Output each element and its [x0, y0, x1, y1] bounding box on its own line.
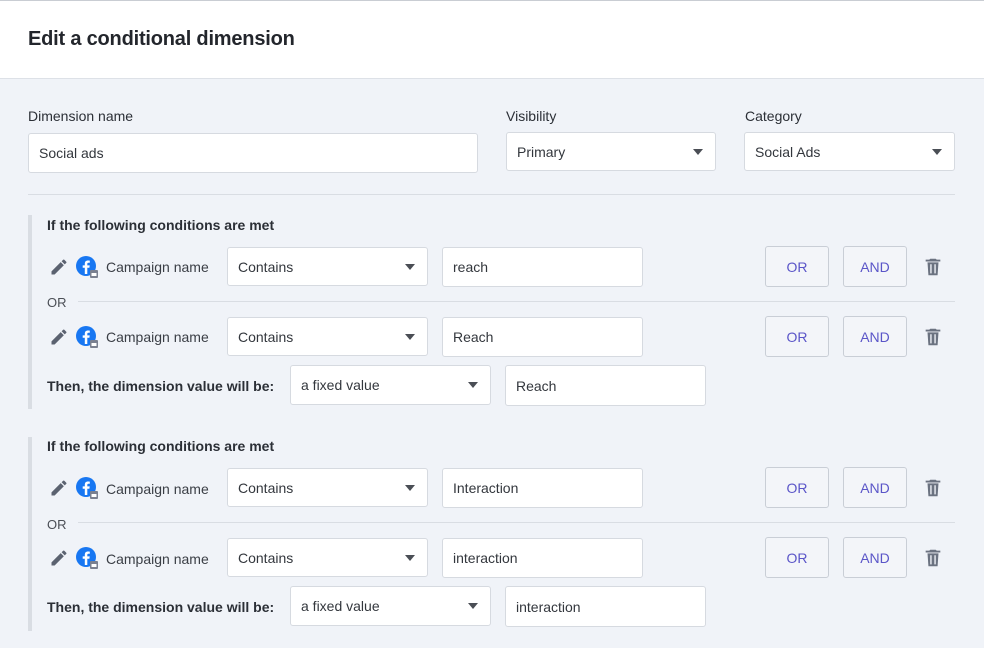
- condition-value-input[interactable]: reach: [442, 247, 643, 287]
- or-button[interactable]: OR: [765, 537, 829, 578]
- then-type-value: a fixed value: [301, 598, 380, 614]
- dimension-name-input[interactable]: Social ads: [28, 133, 478, 173]
- then-value-input[interactable]: Reach: [505, 365, 706, 406]
- or-button[interactable]: OR: [765, 316, 829, 357]
- chevron-down-icon: [405, 333, 415, 340]
- facebook-icon: [76, 256, 98, 278]
- condition-value-input[interactable]: interaction: [442, 538, 643, 578]
- condition-group-bar: [28, 215, 32, 409]
- condition-group-title: If the following conditions are met: [47, 217, 275, 233]
- section-divider: [28, 194, 955, 195]
- operator-value: Contains: [238, 328, 294, 345]
- or-separator-line: [78, 301, 955, 302]
- visibility-select[interactable]: Primary: [506, 132, 716, 171]
- condition-value-input[interactable]: Interaction: [442, 468, 643, 508]
- trash-icon[interactable]: [922, 477, 944, 499]
- and-button[interactable]: AND: [843, 467, 907, 508]
- operator-value: Contains: [238, 549, 294, 566]
- then-type-select[interactable]: a fixed value: [290, 365, 491, 405]
- then-value-input[interactable]: interaction: [505, 586, 706, 627]
- operator-select[interactable]: Contains: [227, 468, 428, 507]
- then-label: Then, the dimension value will be:: [47, 378, 275, 394]
- visibility-value: Primary: [517, 143, 566, 160]
- or-button[interactable]: OR: [765, 467, 829, 508]
- operator-select[interactable]: Contains: [227, 538, 428, 577]
- operator-select[interactable]: Contains: [227, 317, 428, 356]
- pencil-icon[interactable]: [49, 327, 69, 347]
- condition-group-bar: [28, 437, 32, 631]
- dimension-name-label: Dimension name: [28, 108, 134, 124]
- condition-group-title: If the following conditions are met: [47, 438, 275, 454]
- operator-value: Contains: [238, 479, 294, 496]
- category-select[interactable]: Social Ads: [744, 132, 955, 171]
- chevron-down-icon: [693, 148, 703, 155]
- trash-icon[interactable]: [922, 326, 944, 348]
- chevron-down-icon: [468, 382, 478, 388]
- and-button[interactable]: AND: [843, 537, 907, 578]
- chevron-down-icon: [468, 603, 478, 609]
- then-type-value: a fixed value: [301, 377, 380, 393]
- or-separator-label: OR: [47, 517, 67, 532]
- facebook-icon: [76, 477, 98, 499]
- or-button[interactable]: OR: [765, 246, 829, 287]
- pencil-icon[interactable]: [49, 478, 69, 498]
- or-separator-line: [78, 522, 955, 523]
- condition-field-label: Campaign name: [106, 481, 209, 497]
- pencil-icon[interactable]: [49, 257, 69, 277]
- chevron-down-icon: [405, 554, 415, 561]
- dialog-title: Edit a conditional dimension: [28, 28, 295, 50]
- condition-field-label: Campaign name: [106, 329, 209, 345]
- trash-icon[interactable]: [922, 547, 944, 569]
- operator-select[interactable]: Contains: [227, 247, 428, 286]
- facebook-icon: [76, 326, 98, 348]
- then-label: Then, the dimension value will be:: [47, 599, 275, 615]
- facebook-icon: [76, 547, 98, 569]
- pencil-icon[interactable]: [49, 548, 69, 568]
- category-value: Social Ads: [755, 143, 821, 160]
- chevron-down-icon: [405, 484, 415, 491]
- chevron-down-icon: [932, 148, 942, 155]
- chevron-down-icon: [405, 263, 415, 270]
- operator-value: Contains: [238, 258, 294, 275]
- then-type-select[interactable]: a fixed value: [290, 586, 491, 626]
- and-button[interactable]: AND: [843, 316, 907, 357]
- or-separator-label: OR: [47, 295, 67, 310]
- condition-value-input[interactable]: Reach: [442, 317, 643, 357]
- category-label: Category: [745, 108, 802, 124]
- and-button[interactable]: AND: [843, 246, 907, 287]
- dialog-header: Edit a conditional dimension: [0, 0, 984, 79]
- condition-field-label: Campaign name: [106, 259, 209, 275]
- visibility-label: Visibility: [506, 108, 557, 124]
- condition-field-label: Campaign name: [106, 551, 209, 567]
- trash-icon[interactable]: [922, 256, 944, 278]
